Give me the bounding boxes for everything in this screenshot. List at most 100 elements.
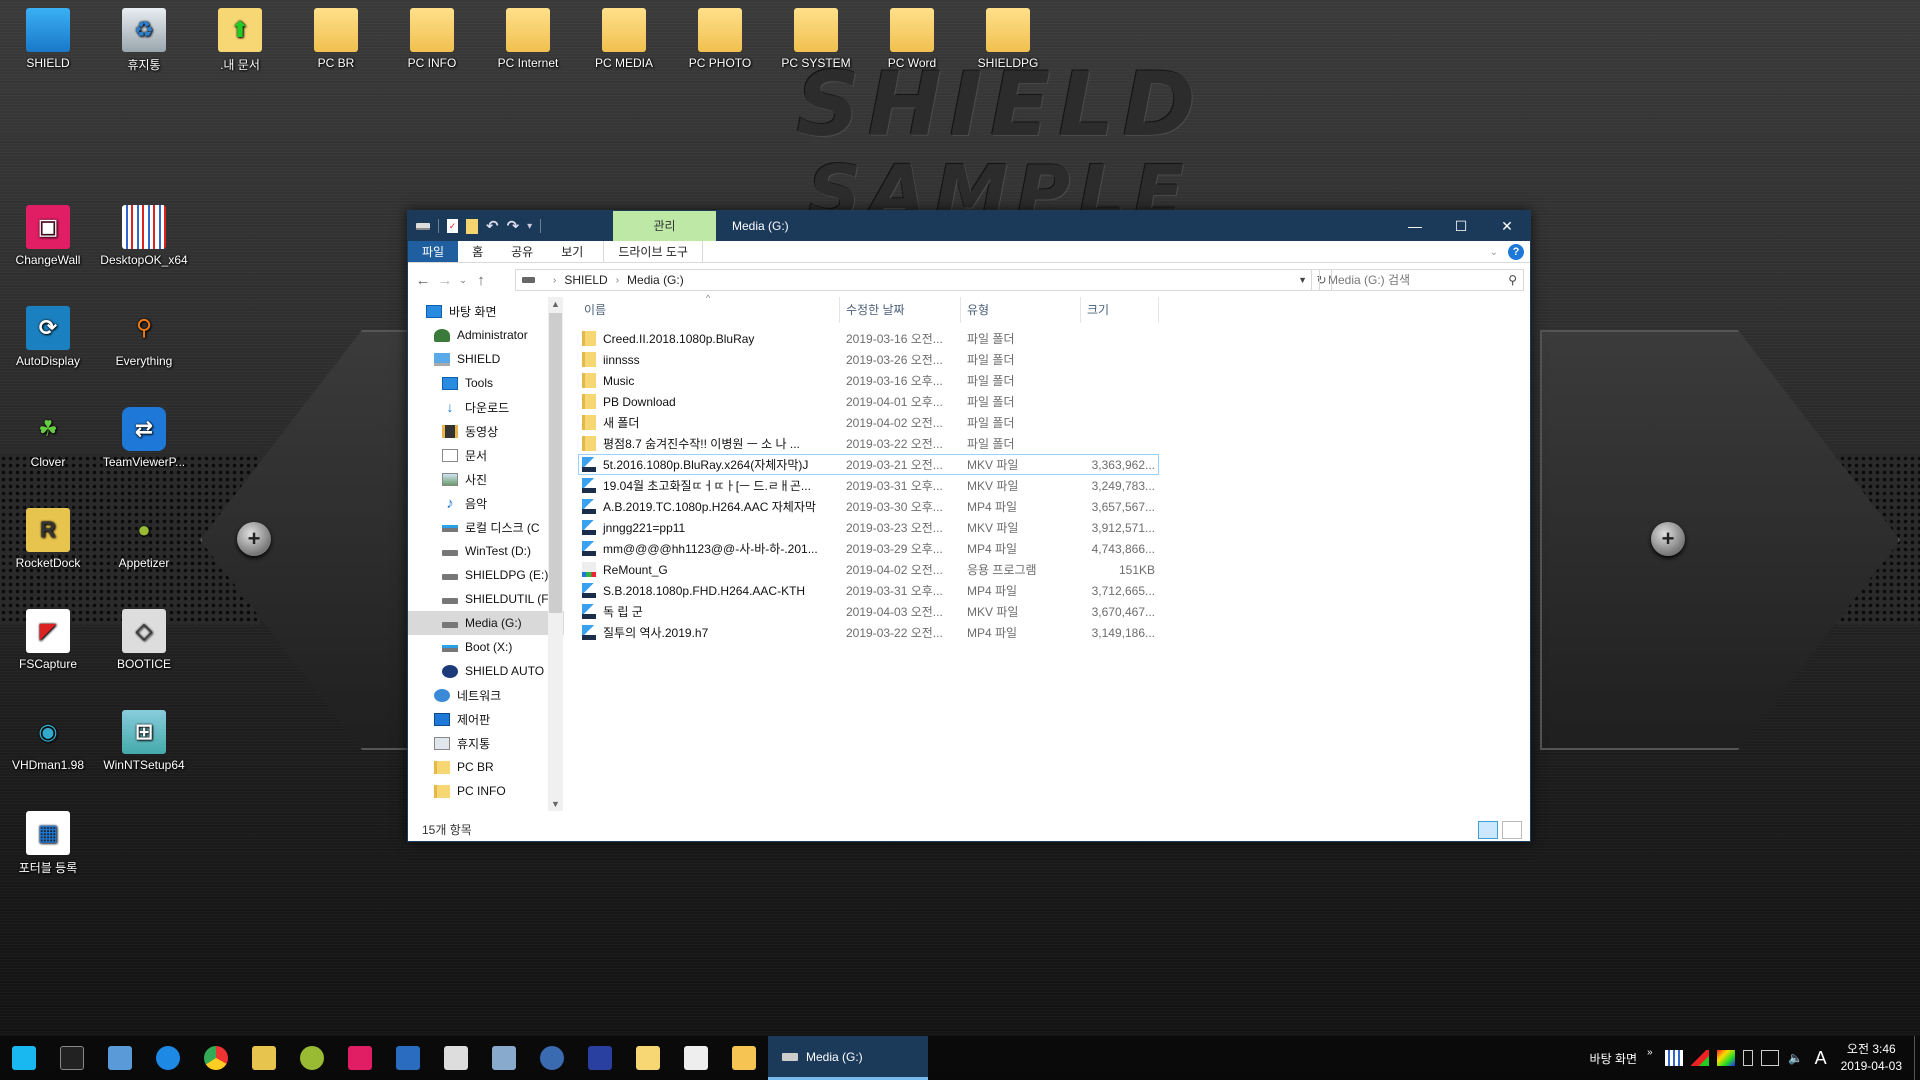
desktop-icon-item[interactable]: ▣ ChangeWall (3, 205, 93, 267)
nav-item[interactable]: PC BR (408, 755, 564, 779)
nav-item[interactable]: 로컬 디스크 (C (408, 515, 564, 539)
file-row[interactable]: PB Download 2019-04-01 오후... 파일 폴더 (578, 391, 1530, 412)
taskbar-pinned-app[interactable] (432, 1036, 480, 1080)
color-tray-icon[interactable] (1716, 1050, 1735, 1066)
taskbar-item-media[interactable]: Media (G:) (768, 1036, 928, 1080)
file-row[interactable]: 5t.2016.1080p.BluRay.x264(자체자막)J 2019-03-… (578, 454, 1159, 475)
clock[interactable]: 오전 3:46 2019-04-03 (1833, 1041, 1914, 1075)
details-view-button[interactable] (1478, 821, 1498, 839)
desktop-icon-item[interactable]: ⇄ TeamViewerP... (99, 407, 189, 469)
file-row[interactable]: Creed.II.2018.1080p.BluRay 2019-03-16 오전.… (578, 328, 1530, 349)
app-tray-icon[interactable] (1690, 1050, 1709, 1066)
tab-view[interactable]: 보기 (547, 241, 597, 262)
desktop-icon-item[interactable]: PC Internet (483, 8, 573, 70)
desktop-icon-item[interactable]: ⬆ .내 문서 (195, 8, 285, 73)
nav-item[interactable]: WinTest (D:) (408, 539, 564, 563)
taskbar-pinned-app[interactable] (96, 1036, 144, 1080)
taskbar-pinned-app[interactable] (48, 1036, 96, 1080)
nav-item[interactable]: Administrator (408, 323, 564, 347)
tab-home[interactable]: 홈 (458, 241, 497, 262)
desktop-icon-item[interactable]: SHIELD (3, 8, 93, 70)
taskbar-pinned-app[interactable] (528, 1036, 576, 1080)
desktop-icon-item[interactable]: ● Appetizer (99, 508, 189, 570)
nav-item[interactable]: 문서 (408, 443, 564, 467)
taskbar-pinned-app[interactable] (672, 1036, 720, 1080)
show-desktop-button[interactable] (1914, 1036, 1920, 1080)
volume-icon[interactable]: 🔈 (1787, 1050, 1805, 1066)
column-header-size[interactable]: 크기 (1081, 297, 1159, 323)
file-row[interactable]: jnngg221=pp11 2019-03-23 오전... MKV 파일 3,912… (578, 517, 1530, 538)
forward-button[interactable]: → (434, 272, 456, 289)
nav-item[interactable]: SHIELDPG (E:) (408, 563, 564, 587)
tab-drive-tools[interactable]: 드라이브 도구 (603, 241, 703, 262)
file-row[interactable]: 질투의 역사.2019.h7 2019-03-22 오전... MP4 파일 3,14… (578, 622, 1530, 643)
nav-item[interactable]: 휴지통 (408, 731, 564, 755)
up-button[interactable]: ↑ (470, 272, 492, 289)
new-folder-icon[interactable] (466, 218, 478, 234)
nav-item[interactable]: 네트워크 (408, 683, 564, 707)
nav-item[interactable]: 동영상 (408, 419, 564, 443)
desktop-icon-item[interactable]: ◇ BOOTICE (99, 609, 189, 671)
ime-indicator[interactable]: A (1815, 1048, 1827, 1069)
tab-manage-context[interactable]: 관리 (613, 211, 716, 241)
taskbar-pinned-app[interactable] (288, 1036, 336, 1080)
breadcrumb-separator[interactable]: › (553, 275, 556, 286)
nav-item[interactable]: 사진 (408, 467, 564, 491)
scrollbar-thumb[interactable] (549, 313, 562, 613)
taskbar-pinned-app[interactable] (480, 1036, 528, 1080)
maximize-button[interactable]: ☐ (1438, 211, 1484, 241)
nav-item[interactable]: SHIELD AUTO (408, 659, 564, 683)
file-row[interactable]: mm@@@@hh1123@@-사-바-하-.201... 2019-03-29 오… (578, 538, 1530, 559)
taskbar-pinned-app[interactable] (0, 1036, 48, 1080)
taskbar-pinned-app[interactable] (576, 1036, 624, 1080)
large-icons-view-button[interactable] (1502, 821, 1522, 839)
tab-share[interactable]: 공유 (497, 241, 547, 262)
address-bar[interactable]: › SHIELD › Media (G:) ▼ ↻ (515, 269, 1332, 291)
desktop-icon-item[interactable]: ♻ 휴지통 (99, 8, 189, 73)
column-header-date[interactable]: 수정한 날짜 (840, 297, 961, 323)
scroll-down-icon[interactable]: ▼ (548, 799, 563, 809)
help-icon[interactable]: ? (1508, 244, 1524, 260)
desktop-icon-item[interactable]: SHIELDPG (963, 8, 1053, 70)
redo-icon[interactable]: ↷ (507, 217, 520, 235)
taskbar-pinned-app[interactable] (384, 1036, 432, 1080)
desktop-icon-item[interactable]: PC INFO (387, 8, 477, 70)
desktop-icon-item[interactable]: PC Word (867, 8, 957, 70)
file-row[interactable]: ReMount_G 2019-04-02 오전... 응용 프로그램 151KB (578, 559, 1530, 580)
back-button[interactable]: ← (412, 272, 434, 289)
desktop-icon-item[interactable]: ⊞ WinNTSetup64 (99, 710, 189, 772)
taskbar-pinned-app[interactable] (144, 1036, 192, 1080)
nav-item[interactable]: PC INFO (408, 779, 564, 803)
nav-item[interactable]: ♪ 음악 (408, 491, 564, 515)
taskbar-pinned-app[interactable] (336, 1036, 384, 1080)
customize-toolbar-icon[interactable]: ▾ (527, 221, 532, 232)
taskbar-pinned-app[interactable] (240, 1036, 288, 1080)
desktop-icon-item[interactable]: ◉ VHDman1.98 (3, 710, 93, 772)
usb-icon[interactable] (1742, 1050, 1753, 1066)
taskbar-pinned-app[interactable] (192, 1036, 240, 1080)
desktop-icon-item[interactable]: ▦ 포터블 등록 (3, 811, 93, 876)
file-row[interactable]: S.B.2018.1080p.FHD.H264.AAC-KTH 2019-03-3… (578, 580, 1530, 601)
nav-item[interactable]: ↓ 다운로드 (408, 395, 564, 419)
taskbar-pinned-app[interactable] (720, 1036, 768, 1080)
properties-icon[interactable]: ✓ (447, 219, 458, 233)
desktop-icon-item[interactable]: ☘ Clover (3, 407, 93, 469)
nav-item[interactable]: 제어판 (408, 707, 564, 731)
minimize-button[interactable]: — (1392, 211, 1438, 241)
file-row[interactable]: A.B.2019.TC.1080p.H264.AAC 자체자막 2019-03-3… (578, 496, 1530, 517)
breadcrumb-media[interactable]: Media (G:) (627, 273, 684, 287)
expand-ribbon-icon[interactable]: ⌄ (1490, 247, 1498, 258)
show-more-icon[interactable]: » (1647, 1047, 1653, 1058)
file-row[interactable]: 새 폴더 2019-04-02 오전... 파일 폴더 (578, 412, 1530, 433)
file-row[interactable]: iinnsss 2019-03-26 오전... 파일 폴더 (578, 349, 1530, 370)
nav-item[interactable]: Media (G:) (408, 611, 564, 635)
nav-item[interactable]: SHIELDUTIL (F (408, 587, 564, 611)
address-dropdown-icon[interactable]: ▼ (1298, 275, 1307, 285)
desktop-icon-item[interactable]: R RocketDock (3, 508, 93, 570)
network-icon[interactable] (1760, 1050, 1779, 1066)
desktop-icon-item[interactable]: ◤ FSCapture (3, 609, 93, 671)
navigation-scrollbar[interactable]: ▲ ▼ (548, 297, 563, 811)
tab-file[interactable]: 파일 (408, 241, 459, 262)
file-row[interactable]: 독 립 군 2019-04-03 오전... MKV 파일 3,670,467... (578, 601, 1530, 622)
nav-item[interactable]: Tools (408, 371, 564, 395)
